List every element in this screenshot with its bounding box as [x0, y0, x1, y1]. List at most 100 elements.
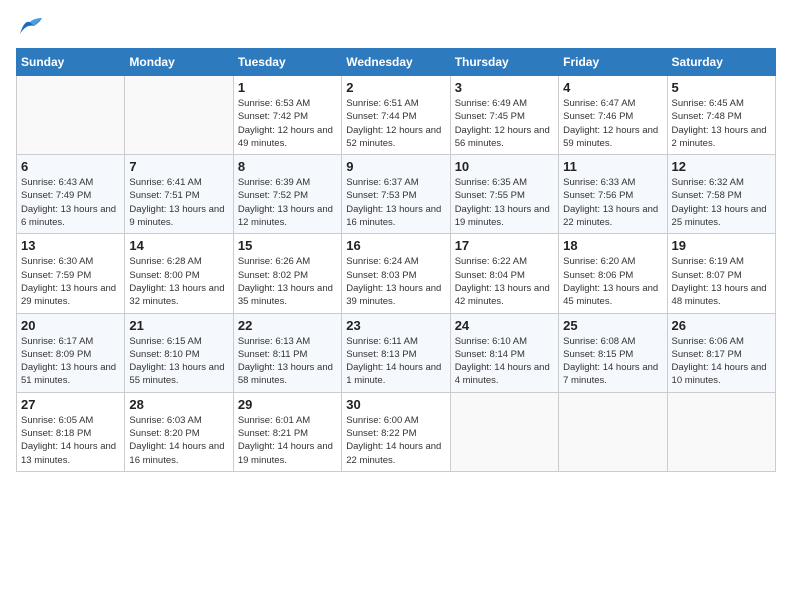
day-info: Sunrise: 6:43 AMSunset: 7:49 PMDaylight:… [21, 176, 120, 229]
calendar-cell: 16 Sunrise: 6:24 AMSunset: 8:03 PMDayligh… [342, 234, 450, 313]
calendar-cell: 7Sunrise: 6:41 AMSunset: 7:51 PMDaylight… [125, 155, 233, 234]
day-info: Sunrise: 6:11 AMSunset: 8:13 PMDaylight:… [346, 335, 445, 388]
day-info: Sunrise: 6:53 AMSunset: 7:42 PMDaylight:… [238, 97, 337, 150]
weekday-header-thursday: Thursday [450, 49, 558, 76]
day-info: Sunrise: 6:26 AMSunset: 8:02 PMDaylight:… [238, 255, 337, 308]
day-info: Sunrise: 6:37 AMSunset: 7:53 PMDaylight:… [346, 176, 445, 229]
day-number: 17 [455, 238, 554, 253]
day-number: 19 [672, 238, 771, 253]
calendar-cell: 3 Sunrise: 6:49 AMSunset: 7:45 PMDaylight… [450, 76, 558, 155]
calendar-cell: 17Sunrise: 6:22 AMSunset: 8:04 PMDayligh… [450, 234, 558, 313]
calendar-cell: 4 Sunrise: 6:47 AMSunset: 7:46 PMDaylight… [559, 76, 667, 155]
calendar-week-row: 6 Sunrise: 6:43 AMSunset: 7:49 PMDaylight… [17, 155, 776, 234]
calendar-cell [125, 76, 233, 155]
calendar-cell: 13 Sunrise: 6:30 AMSunset: 7:59 PMDayligh… [17, 234, 125, 313]
day-info: Sunrise: 6:20 AMSunset: 8:06 PMDaylight:… [563, 255, 662, 308]
calendar-cell: 9 Sunrise: 6:37 AMSunset: 7:53 PMDaylight… [342, 155, 450, 234]
day-info: Sunrise: 6:15 AMSunset: 8:10 PMDaylight:… [129, 335, 228, 388]
day-info: Sunrise: 6:47 AMSunset: 7:46 PMDaylight:… [563, 97, 662, 150]
calendar-cell: 18 Sunrise: 6:20 AMSunset: 8:06 PMDayligh… [559, 234, 667, 313]
day-number: 27 [21, 397, 120, 412]
day-info: Sunrise: 6:45 AMSunset: 7:48 PMDaylight:… [672, 97, 771, 150]
calendar-cell: 27 Sunrise: 6:05 AMSunset: 8:18 PMDayligh… [17, 392, 125, 471]
calendar-cell: 26 Sunrise: 6:06 AMSunset: 8:17 PMDayligh… [667, 313, 775, 392]
day-number: 7 [129, 159, 228, 174]
calendar-cell: 30 Sunrise: 6:00 AMSunset: 8:22 PMDayligh… [342, 392, 450, 471]
calendar-week-row: 1 Sunrise: 6:53 AMSunset: 7:42 PMDaylight… [17, 76, 776, 155]
weekday-header-friday: Friday [559, 49, 667, 76]
day-number: 4 [563, 80, 662, 95]
calendar-cell: 14Sunrise: 6:28 AMSunset: 8:00 PMDayligh… [125, 234, 233, 313]
day-number: 12 [672, 159, 771, 174]
calendar-cell: 19 Sunrise: 6:19 AMSunset: 8:07 PMDayligh… [667, 234, 775, 313]
day-info: Sunrise: 6:30 AMSunset: 7:59 PMDaylight:… [21, 255, 120, 308]
calendar-table: SundayMondayTuesdayWednesdayThursdayFrid… [16, 48, 776, 472]
weekday-header-tuesday: Tuesday [233, 49, 341, 76]
calendar-cell: 29 Sunrise: 6:01 AMSunset: 8:21 PMDayligh… [233, 392, 341, 471]
day-number: 28 [129, 397, 228, 412]
calendar-cell: 11Sunrise: 6:33 AMSunset: 7:56 PMDayligh… [559, 155, 667, 234]
calendar-week-row: 13 Sunrise: 6:30 AMSunset: 7:59 PMDayligh… [17, 234, 776, 313]
calendar-cell: 8Sunrise: 6:39 AMSunset: 7:52 PMDaylight… [233, 155, 341, 234]
day-number: 10 [455, 159, 554, 174]
day-info: Sunrise: 6:01 AMSunset: 8:21 PMDaylight:… [238, 414, 337, 467]
calendar-cell: 23 Sunrise: 6:11 AMSunset: 8:13 PMDayligh… [342, 313, 450, 392]
calendar-cell: 5 Sunrise: 6:45 AMSunset: 7:48 PMDaylight… [667, 76, 775, 155]
day-info: Sunrise: 6:28 AMSunset: 8:00 PMDaylight:… [129, 255, 228, 308]
calendar-cell: 12 Sunrise: 6:32 AMSunset: 7:58 PMDayligh… [667, 155, 775, 234]
day-info: Sunrise: 6:32 AMSunset: 7:58 PMDaylight:… [672, 176, 771, 229]
calendar-cell [17, 76, 125, 155]
day-info: Sunrise: 6:03 AMSunset: 8:20 PMDaylight:… [129, 414, 228, 467]
day-number: 24 [455, 318, 554, 333]
calendar-cell: 21 Sunrise: 6:15 AMSunset: 8:10 PMDayligh… [125, 313, 233, 392]
calendar-cell [667, 392, 775, 471]
day-info: Sunrise: 6:17 AMSunset: 8:09 PMDaylight:… [21, 335, 120, 388]
day-number: 30 [346, 397, 445, 412]
calendar-week-row: 20 Sunrise: 6:17 AMSunset: 8:09 PMDayligh… [17, 313, 776, 392]
day-number: 26 [672, 318, 771, 333]
day-number: 8 [238, 159, 337, 174]
day-info: Sunrise: 6:33 AMSunset: 7:56 PMDaylight:… [563, 176, 662, 229]
day-info: Sunrise: 6:06 AMSunset: 8:17 PMDaylight:… [672, 335, 771, 388]
day-info: Sunrise: 6:51 AMSunset: 7:44 PMDaylight:… [346, 97, 445, 150]
day-number: 1 [238, 80, 337, 95]
day-number: 16 [346, 238, 445, 253]
calendar-cell: 20 Sunrise: 6:17 AMSunset: 8:09 PMDayligh… [17, 313, 125, 392]
calendar-cell: 1 Sunrise: 6:53 AMSunset: 7:42 PMDaylight… [233, 76, 341, 155]
day-info: Sunrise: 6:05 AMSunset: 8:18 PMDaylight:… [21, 414, 120, 467]
day-number: 18 [563, 238, 662, 253]
calendar-cell: 28 Sunrise: 6:03 AMSunset: 8:20 PMDayligh… [125, 392, 233, 471]
day-info: Sunrise: 6:49 AMSunset: 7:45 PMDaylight:… [455, 97, 554, 150]
logo-bird-icon [16, 16, 44, 38]
day-number: 29 [238, 397, 337, 412]
calendar-cell [559, 392, 667, 471]
day-number: 3 [455, 80, 554, 95]
day-number: 23 [346, 318, 445, 333]
day-number: 15 [238, 238, 337, 253]
day-number: 9 [346, 159, 445, 174]
calendar-cell: 24Sunrise: 6:10 AMSunset: 8:14 PMDayligh… [450, 313, 558, 392]
day-number: 20 [21, 318, 120, 333]
day-info: Sunrise: 6:13 AMSunset: 8:11 PMDaylight:… [238, 335, 337, 388]
calendar-cell: 25 Sunrise: 6:08 AMSunset: 8:15 PMDayligh… [559, 313, 667, 392]
day-info: Sunrise: 6:00 AMSunset: 8:22 PMDaylight:… [346, 414, 445, 467]
day-info: Sunrise: 6:24 AMSunset: 8:03 PMDaylight:… [346, 255, 445, 308]
logo [16, 16, 48, 38]
calendar-cell: 10Sunrise: 6:35 AMSunset: 7:55 PMDayligh… [450, 155, 558, 234]
day-info: Sunrise: 6:08 AMSunset: 8:15 PMDaylight:… [563, 335, 662, 388]
day-number: 13 [21, 238, 120, 253]
day-info: Sunrise: 6:19 AMSunset: 8:07 PMDaylight:… [672, 255, 771, 308]
calendar-cell: 22 Sunrise: 6:13 AMSunset: 8:11 PMDayligh… [233, 313, 341, 392]
calendar-cell [450, 392, 558, 471]
day-number: 22 [238, 318, 337, 333]
calendar-cell: 2Sunrise: 6:51 AMSunset: 7:44 PMDaylight… [342, 76, 450, 155]
day-number: 25 [563, 318, 662, 333]
day-number: 6 [21, 159, 120, 174]
weekday-header-wednesday: Wednesday [342, 49, 450, 76]
calendar-cell: 6 Sunrise: 6:43 AMSunset: 7:49 PMDaylight… [17, 155, 125, 234]
calendar-week-row: 27 Sunrise: 6:05 AMSunset: 8:18 PMDayligh… [17, 392, 776, 471]
weekday-header-row: SundayMondayTuesdayWednesdayThursdayFrid… [17, 49, 776, 76]
day-number: 5 [672, 80, 771, 95]
day-number: 21 [129, 318, 228, 333]
calendar-cell: 15 Sunrise: 6:26 AMSunset: 8:02 PMDayligh… [233, 234, 341, 313]
